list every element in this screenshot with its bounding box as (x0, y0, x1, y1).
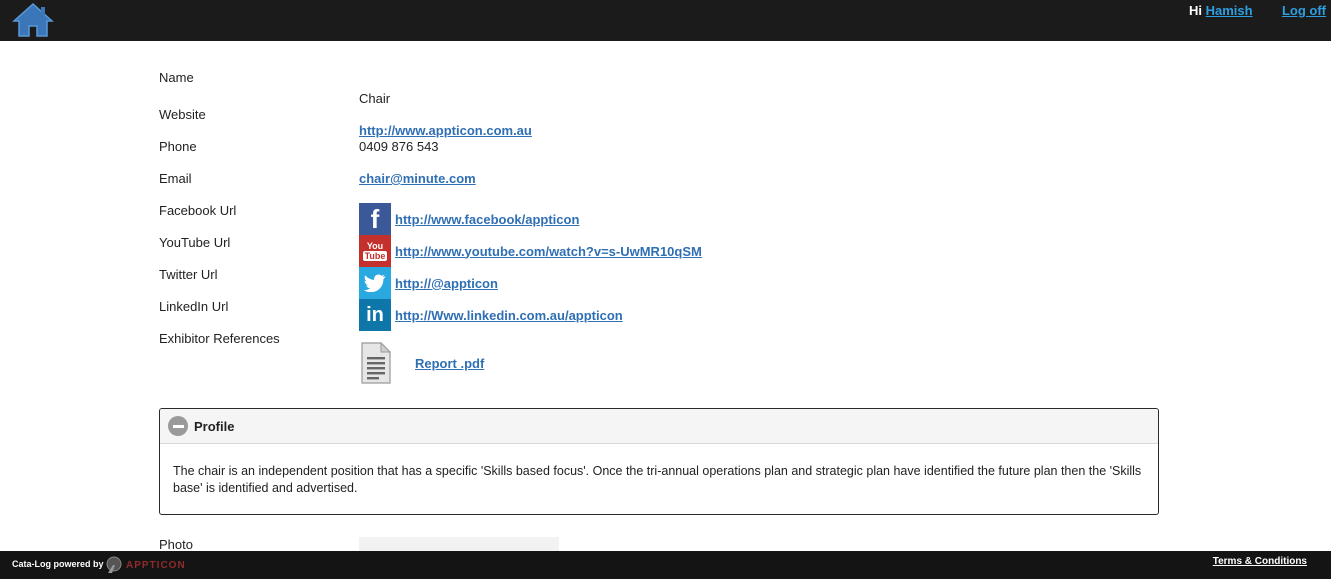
youtube-link[interactable]: http://www.youtube.com/watch?v=s-UwMR10q… (395, 244, 702, 259)
top-navbar: Hi Hamish Log off (0, 0, 1331, 41)
facebook-icon[interactable]: f (359, 203, 391, 235)
user-greeting: Hi Hamish (1189, 3, 1253, 18)
document-icon[interactable] (359, 341, 393, 385)
name-value: Chair (359, 91, 391, 106)
twitter-label: Twitter Url (159, 267, 218, 282)
profile-panel: Profile The chair is an independent posi… (159, 408, 1159, 515)
reference-file-row: Report .pdf (359, 340, 484, 386)
phone-value: 0409 876 543 (359, 139, 439, 154)
logoff-link[interactable]: Log off (1282, 3, 1326, 18)
name-label: Name (159, 70, 194, 85)
email-link[interactable]: chair@minute.com (359, 171, 476, 186)
twitter-link[interactable]: http://@appticon (395, 276, 498, 291)
twitter-row: http://@appticon (359, 267, 498, 299)
appticon-logo-icon (106, 556, 122, 573)
linkedin-label: LinkedIn Url (159, 299, 229, 314)
profile-text: The chair is an independent position tha… (173, 464, 1142, 495)
website-link[interactable]: http://www.appticon.com.au (359, 123, 532, 138)
facebook-row: f http://www.facebook/appticon (359, 203, 579, 235)
username-link[interactable]: Hamish (1206, 3, 1253, 18)
linkedin-icon[interactable]: in (359, 299, 391, 331)
facebook-link[interactable]: http://www.facebook/appticon (395, 212, 579, 227)
profile-panel-header[interactable]: Profile (160, 409, 1158, 444)
reference-file-link[interactable]: Report .pdf (415, 356, 484, 371)
powered-by-text: Cata-Log powered by (12, 559, 104, 569)
terms-link[interactable]: Terms & Conditions (1213, 556, 1307, 567)
home-icon[interactable] (12, 2, 54, 38)
references-label: Exhibitor References (159, 331, 280, 346)
collapse-icon[interactable] (168, 416, 188, 436)
email-label: Email (159, 171, 192, 186)
facebook-label: Facebook Url (159, 203, 237, 218)
website-label: Website (159, 107, 206, 122)
profile-title: Profile (194, 418, 235, 434)
brand-name: APPTICON (126, 559, 186, 571)
youtube-icon[interactable]: You Tube (359, 235, 391, 267)
linkedin-row: in http://Www.linkedin.com.au/appticon (359, 299, 623, 331)
phone-label: Phone (159, 139, 197, 154)
linkedin-link[interactable]: http://Www.linkedin.com.au/appticon (395, 308, 623, 323)
appticon-logo: APPTICON (104, 554, 186, 576)
greeting-text: Hi (1189, 3, 1202, 18)
photo-label: Photo (159, 537, 193, 552)
twitter-icon[interactable] (359, 267, 391, 299)
footer-bar: Cata-Log powered by APPTICON Terms & Con… (0, 551, 1331, 579)
youtube-label: YouTube Url (159, 235, 231, 250)
youtube-row: You Tube http://www.youtube.com/watch?v=… (359, 235, 702, 267)
